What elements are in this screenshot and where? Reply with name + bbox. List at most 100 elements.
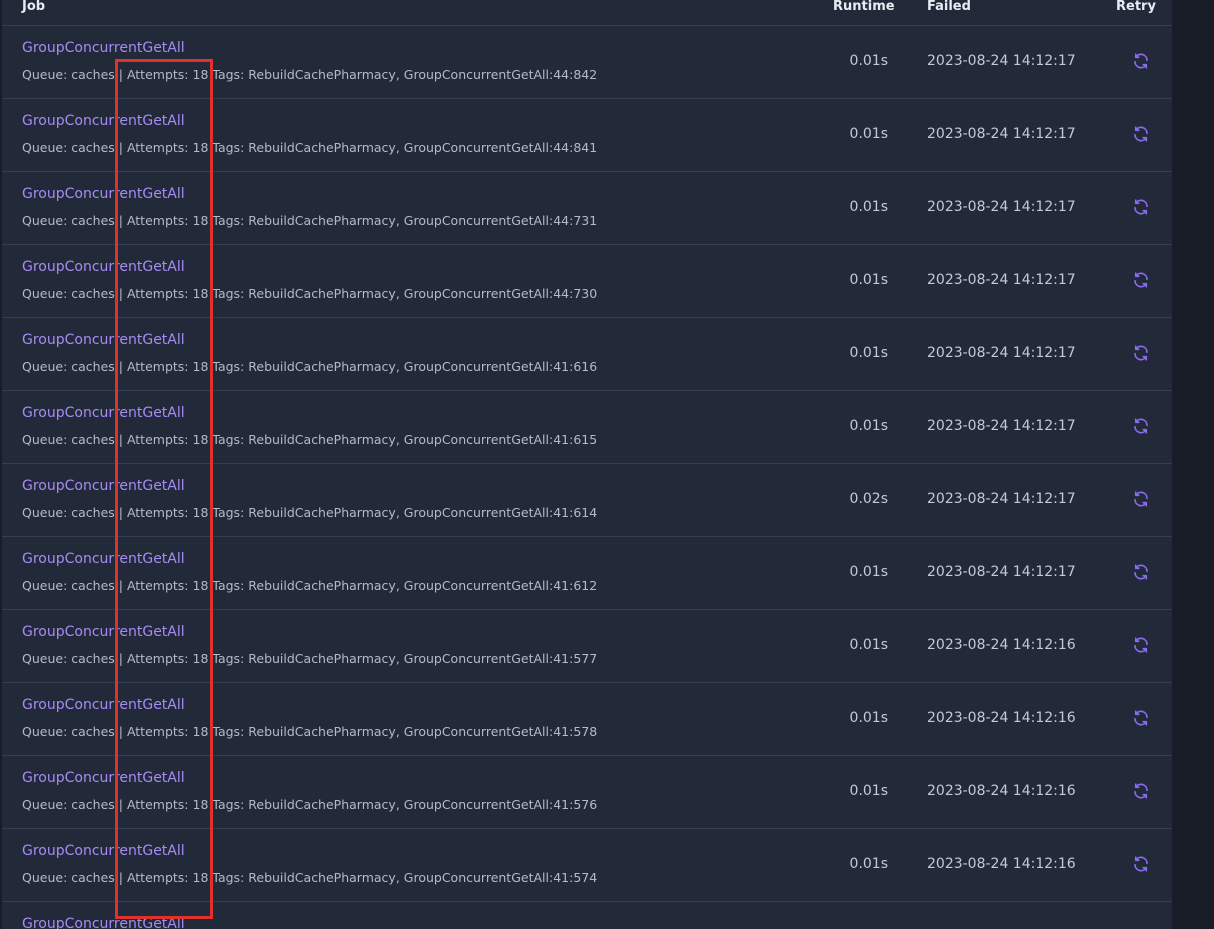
job-runtime: 0.01s [849, 53, 888, 69]
job-attempts: Attempts: 18 [126, 505, 209, 520]
refresh-icon[interactable] [1132, 417, 1150, 435]
job-failed-at: 2023-08-24 14:12:17 [927, 199, 1076, 215]
table-row: GroupConcurrentGetAll Queue: caches | At… [2, 318, 1172, 391]
job-queue: Queue: caches [22, 67, 115, 82]
job-name-link[interactable]: GroupConcurrentGetAll [22, 551, 185, 567]
job-attempts: Attempts: 18 [126, 213, 209, 228]
job-meta: Queue: caches | Attempts: 18 Tags: Rebui… [22, 505, 597, 520]
job-tags: Tags: RebuildCachePharmacy, GroupConcurr… [212, 432, 598, 447]
job-meta: Queue: caches | Attempts: 18 Tags: Rebui… [22, 724, 597, 739]
job-queue: Queue: caches [22, 724, 115, 739]
job-name-link[interactable]: GroupConcurrentGetAll [22, 113, 185, 129]
job-tags: Tags: RebuildCachePharmacy, GroupConcurr… [212, 140, 598, 155]
table-row: GroupConcurrentGetAll Queue: caches | At… [2, 683, 1172, 756]
job-attempts: Attempts: 18 [126, 140, 209, 155]
table-row: GroupConcurrentGetAll Queue: caches | At… [2, 829, 1172, 902]
meta-separator: | [114, 505, 127, 520]
job-meta: Queue: caches | Attempts: 18 Tags: Rebui… [22, 286, 597, 301]
job-runtime: 0.01s [849, 637, 888, 653]
job-name-link[interactable]: GroupConcurrentGetAll [22, 186, 185, 202]
job-name-link[interactable]: GroupConcurrentGetAll [22, 405, 185, 421]
meta-separator: | [114, 359, 127, 374]
job-tags: Tags: RebuildCachePharmacy, GroupConcurr… [212, 505, 598, 520]
job-attempts: Attempts: 18 [126, 724, 209, 739]
table-row: GroupConcurrentGetAll Queue: caches | At… [2, 26, 1172, 99]
job-meta: Queue: caches | Attempts: 18 Tags: Rebui… [22, 213, 597, 228]
job-queue: Queue: caches [22, 505, 115, 520]
refresh-icon[interactable] [1132, 125, 1150, 143]
meta-separator: | [114, 213, 127, 228]
job-failed-at: 2023-08-24 14:12:17 [927, 418, 1076, 434]
refresh-icon[interactable] [1132, 636, 1150, 654]
table-body: GroupConcurrentGetAll Queue: caches | At… [2, 26, 1172, 929]
job-tags: Tags: RebuildCachePharmacy, GroupConcurr… [212, 651, 598, 666]
column-header-retry: Retry [1116, 0, 1156, 14]
meta-separator: | [114, 432, 127, 447]
job-runtime: 0.01s [849, 418, 888, 434]
refresh-icon[interactable] [1132, 198, 1150, 216]
job-failed-at: 2023-08-24 14:12:17 [927, 345, 1076, 361]
refresh-icon[interactable] [1132, 855, 1150, 873]
job-name-link[interactable]: GroupConcurrentGetAll [22, 478, 185, 494]
job-queue: Queue: caches [22, 213, 115, 228]
refresh-icon[interactable] [1132, 709, 1150, 727]
column-header-job: Job [22, 0, 46, 14]
column-header-failed: Failed [927, 0, 971, 14]
job-runtime: 0.01s [849, 272, 888, 288]
job-failed-at: 2023-08-24 14:12:16 [927, 637, 1076, 653]
table-row: GroupConcurrentGetAll Queue: caches | At… [2, 172, 1172, 245]
refresh-icon[interactable] [1132, 782, 1150, 800]
refresh-icon[interactable] [1132, 271, 1150, 289]
job-attempts: Attempts: 18 [126, 286, 209, 301]
meta-separator: | [114, 67, 127, 82]
job-meta: Queue: caches | Attempts: 18 Tags: Rebui… [22, 359, 597, 374]
job-tags: Tags: RebuildCachePharmacy, GroupConcurr… [212, 359, 598, 374]
table-row: GroupConcurrentGetAll Queue: caches | At… [2, 245, 1172, 318]
table-row: GroupConcurrentGetAll Queue: caches | At… [2, 99, 1172, 172]
job-tags: Tags: RebuildCachePharmacy, GroupConcurr… [212, 578, 598, 593]
job-name-link[interactable]: GroupConcurrentGetAll [22, 697, 185, 713]
table-header: Job Runtime Failed Retry [2, 0, 1172, 26]
job-meta: Queue: caches | Attempts: 18 Tags: Rebui… [22, 870, 597, 885]
job-meta: Queue: caches | Attempts: 18 Tags: Rebui… [22, 67, 597, 82]
job-tags: Tags: RebuildCachePharmacy, GroupConcurr… [212, 724, 598, 739]
table-row: GroupConcurrentGetAll Queue: caches | At… [2, 756, 1172, 829]
refresh-icon[interactable] [1132, 563, 1150, 581]
job-failed-at: 2023-08-24 14:12:17 [927, 272, 1076, 288]
job-failed-at: 2023-08-24 14:12:17 [927, 491, 1076, 507]
job-queue: Queue: caches [22, 140, 115, 155]
job-attempts: Attempts: 18 [126, 870, 209, 885]
job-name-link[interactable]: GroupConcurrentGetAll [22, 332, 185, 348]
job-meta: Queue: caches | Attempts: 18 Tags: Rebui… [22, 432, 597, 447]
meta-separator: | [114, 870, 127, 885]
job-runtime: 0.01s [849, 345, 888, 361]
job-attempts: Attempts: 18 [126, 359, 209, 374]
job-name-link[interactable]: GroupConcurrentGetAll [22, 843, 185, 859]
failed-jobs-table: Job Runtime Failed Retry GroupConcurrent… [2, 0, 1172, 929]
meta-separator: | [114, 578, 127, 593]
column-header-runtime: Runtime [833, 0, 895, 14]
job-name-link[interactable]: GroupConcurrentGetAll [22, 916, 185, 929]
job-name-link[interactable]: GroupConcurrentGetAll [22, 259, 185, 275]
job-tags: Tags: RebuildCachePharmacy, GroupConcurr… [212, 286, 598, 301]
refresh-icon[interactable] [1132, 344, 1150, 362]
job-queue: Queue: caches [22, 870, 115, 885]
refresh-icon[interactable] [1132, 490, 1150, 508]
job-runtime: 0.01s [849, 856, 888, 872]
job-attempts: Attempts: 18 [126, 797, 209, 812]
table-row: GroupConcurrentGetAll Queue: caches | At… [2, 464, 1172, 537]
job-name-link[interactable]: GroupConcurrentGetAll [22, 770, 185, 786]
table-row: GroupConcurrentGetAll [2, 902, 1172, 929]
job-runtime: 0.01s [849, 564, 888, 580]
job-name-link[interactable]: GroupConcurrentGetAll [22, 40, 185, 56]
job-meta: Queue: caches | Attempts: 18 Tags: Rebui… [22, 140, 597, 155]
meta-separator: | [114, 140, 127, 155]
job-tags: Tags: RebuildCachePharmacy, GroupConcurr… [212, 870, 598, 885]
job-name-link[interactable]: GroupConcurrentGetAll [22, 624, 185, 640]
job-runtime: 0.02s [849, 491, 888, 507]
job-failed-at: 2023-08-24 14:12:16 [927, 856, 1076, 872]
job-queue: Queue: caches [22, 578, 115, 593]
failed-jobs-page: Job Runtime Failed Retry GroupConcurrent… [0, 0, 1214, 929]
refresh-icon[interactable] [1132, 52, 1150, 70]
job-attempts: Attempts: 18 [126, 651, 209, 666]
